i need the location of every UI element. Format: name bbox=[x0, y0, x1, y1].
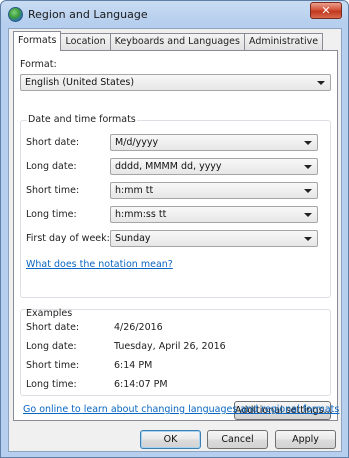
tab-formats[interactable]: Formats bbox=[13, 31, 62, 51]
chevron-down-icon bbox=[304, 141, 312, 145]
short-date-select[interactable]: M/d/yyyy bbox=[110, 134, 318, 151]
tab-location[interactable]: Location bbox=[60, 33, 111, 51]
example-long-time-label: Long time: bbox=[26, 379, 77, 390]
long-date-value: dddd, MMMM dd, yyyy bbox=[115, 161, 222, 172]
long-date-label: Long date: bbox=[26, 161, 77, 172]
examples-title: Examples bbox=[26, 308, 73, 319]
chevron-down-icon bbox=[304, 237, 312, 241]
first-day-select[interactable]: Sunday bbox=[110, 230, 318, 247]
globe-icon bbox=[8, 7, 23, 22]
tab-keyboards-languages[interactable]: Keyboards and Languages bbox=[109, 33, 245, 51]
short-time-select[interactable]: h:mm tt bbox=[110, 182, 318, 199]
long-time-select[interactable]: h:mm:ss tt bbox=[110, 206, 318, 223]
example-long-date-label: Long date: bbox=[26, 341, 77, 352]
example-short-date-label: Short date: bbox=[26, 322, 80, 333]
first-day-value: Sunday bbox=[115, 233, 151, 244]
title-bar[interactable]: Region and Language ✕ bbox=[1, 1, 348, 29]
cancel-button[interactable]: Cancel bbox=[207, 430, 268, 449]
example-short-time-label: Short time: bbox=[26, 360, 80, 371]
example-short-date-value: 4/26/2016 bbox=[114, 322, 163, 333]
window-title: Region and Language bbox=[28, 8, 148, 21]
short-time-label: Short time: bbox=[26, 185, 80, 196]
apply-button[interactable]: Apply bbox=[275, 430, 336, 449]
chevron-down-icon bbox=[317, 81, 325, 85]
short-time-value: h:mm tt bbox=[115, 185, 154, 196]
short-date-value: M/d/yyyy bbox=[115, 137, 159, 148]
long-time-value: h:mm:ss tt bbox=[115, 209, 167, 220]
notation-help-link[interactable]: What does the notation mean? bbox=[26, 259, 173, 270]
chevron-down-icon bbox=[304, 165, 312, 169]
formats-panel: Format: English (United States) Date and… bbox=[13, 50, 338, 421]
ok-button[interactable]: OK bbox=[140, 430, 201, 449]
online-help-link[interactable]: Go online to learn about changing langua… bbox=[23, 404, 339, 415]
short-date-label: Short date: bbox=[26, 137, 80, 148]
long-date-select[interactable]: dddd, MMMM dd, yyyy bbox=[110, 158, 318, 175]
tab-administrative[interactable]: Administrative bbox=[243, 33, 324, 51]
datetime-formats-title: Date and time formats bbox=[27, 114, 137, 125]
example-short-time-value: 6:14 PM bbox=[114, 360, 153, 371]
close-button[interactable]: ✕ bbox=[310, 2, 342, 19]
chevron-down-icon bbox=[304, 213, 312, 217]
chevron-down-icon bbox=[304, 189, 312, 193]
format-select[interactable]: English (United States) bbox=[20, 74, 331, 91]
region-language-window: Region and Language ✕ Formats Location K… bbox=[0, 0, 349, 458]
dialog-client: Formats Location Keyboards and Languages… bbox=[8, 28, 342, 452]
first-day-label: First day of week: bbox=[26, 233, 110, 244]
example-long-time-value: 6:14:07 PM bbox=[114, 379, 168, 390]
long-time-label: Long time: bbox=[26, 209, 77, 220]
example-long-date-value: Tuesday, April 26, 2016 bbox=[114, 341, 226, 352]
format-label: Format: bbox=[20, 59, 57, 70]
format-value: English (United States) bbox=[25, 77, 135, 88]
tab-strip: Formats Location Keyboards and Languages… bbox=[13, 31, 324, 51]
datetime-formats-group: Date and time formats Short date: M/d/yy… bbox=[20, 114, 331, 298]
examples-group: Examples Short date: 4/26/2016 Long date… bbox=[20, 308, 331, 396]
